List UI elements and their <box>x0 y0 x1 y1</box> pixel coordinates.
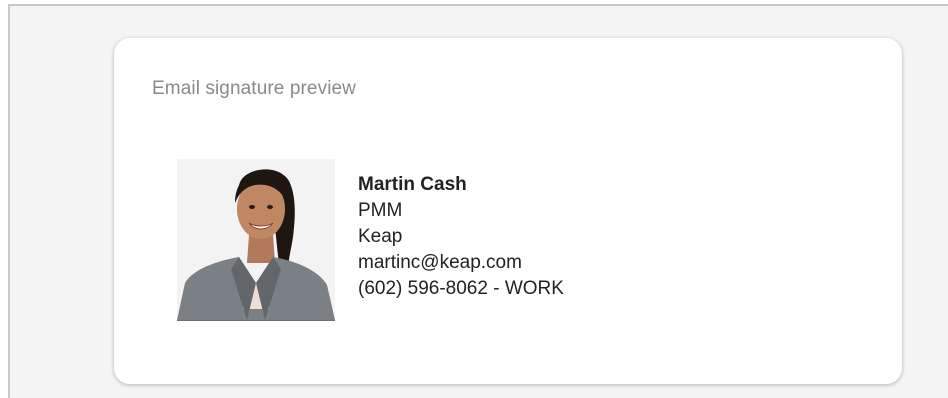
signature-name: Martin Cash <box>358 174 467 195</box>
signature-details: Martin Cash PMM Keap martinc@keap.com (6… <box>358 172 564 302</box>
person-photo-icon <box>177 159 335 320</box>
signature-preview-card: Email signature preview Martin Cash PMM … <box>114 38 902 384</box>
signature-phone: (602) 596-8062 - WORK <box>358 278 564 299</box>
preview-frame: Email signature preview Martin Cash PMM … <box>8 4 948 398</box>
profile-photo <box>177 159 335 321</box>
signature-job-title: PMM <box>358 200 403 221</box>
signature-email: martinc@keap.com <box>358 252 522 273</box>
signature-company: Keap <box>358 226 403 247</box>
card-title: Email signature preview <box>152 78 356 99</box>
